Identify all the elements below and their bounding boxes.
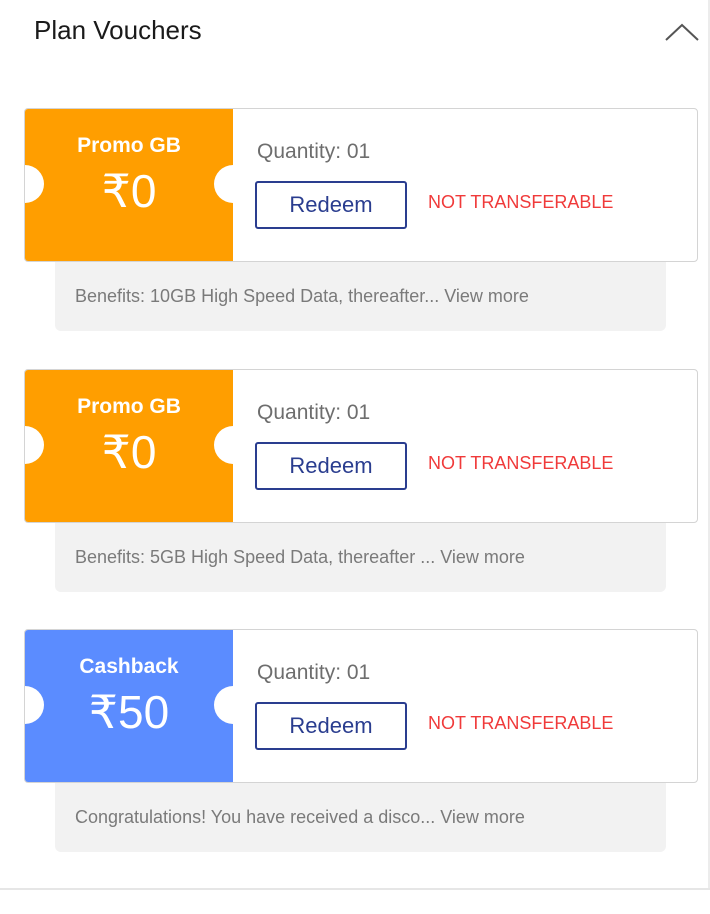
redeem-button[interactable]: Redeem: [255, 442, 407, 490]
transfer-status: NOT TRANSFERABLE: [428, 453, 614, 473]
voucher-ticket: Cashback ₹50 Quantity: 01 Redeem NOT TRA…: [24, 629, 698, 783]
voucher-ticket: Promo GB ₹0 Quantity: 01 Redeem NOT TRAN…: [24, 369, 698, 523]
voucher-type: Promo GB: [77, 134, 181, 157]
ticket-notch-right: [214, 165, 252, 203]
voucher-quantity: Quantity: 01: [257, 661, 371, 684]
ticket-notch-right: [214, 686, 252, 724]
plan-vouchers-panel: Plan Vouchers Promo GB ₹0 Quantity: 01 R…: [0, 0, 710, 888]
ticket-notch-right: [214, 426, 252, 464]
voucher-card-promo-10gb[interactable]: Promo GB ₹0 Quantity: 01 Redeem NOT TRAN…: [24, 108, 698, 331]
section-divider: [0, 888, 710, 890]
voucher-type: Cashback: [79, 655, 179, 678]
benefits-text: Benefits: 10GB High Speed Data, thereaft…: [75, 286, 529, 306]
chevron-up-icon[interactable]: [664, 22, 700, 42]
benefits-text: Congratulations! You have received a dis…: [75, 807, 525, 827]
redeem-button[interactable]: Redeem: [255, 702, 407, 750]
voucher-type: Promo GB: [77, 395, 181, 418]
voucher-benefits[interactable]: Congratulations! You have received a dis…: [55, 783, 666, 852]
voucher-card-promo-5gb[interactable]: Promo GB ₹0 Quantity: 01 Redeem NOT TRAN…: [24, 369, 698, 592]
voucher-quantity: Quantity: 01: [257, 401, 371, 424]
voucher-benefits[interactable]: Benefits: 5GB High Speed Data, thereafte…: [55, 523, 666, 592]
voucher-stub: Promo GB ₹0: [25, 109, 233, 261]
voucher-amount: ₹0: [101, 165, 157, 217]
voucher-quantity: Quantity: 01: [257, 140, 371, 163]
voucher-amount: ₹50: [88, 686, 170, 738]
benefits-text: Benefits: 5GB High Speed Data, thereafte…: [75, 547, 525, 567]
voucher-amount: ₹0: [101, 426, 157, 478]
voucher-stub: Cashback ₹50: [25, 630, 233, 782]
voucher-card-cashback[interactable]: Cashback ₹50 Quantity: 01 Redeem NOT TRA…: [24, 629, 698, 852]
section-title: Plan Vouchers: [34, 15, 202, 45]
redeem-button[interactable]: Redeem: [255, 181, 407, 229]
transfer-status: NOT TRANSFERABLE: [428, 713, 614, 733]
voucher-benefits[interactable]: Benefits: 10GB High Speed Data, thereaft…: [55, 262, 666, 331]
voucher-ticket: Promo GB ₹0 Quantity: 01 Redeem NOT TRAN…: [24, 108, 698, 262]
transfer-status: NOT TRANSFERABLE: [428, 192, 614, 212]
voucher-stub: Promo GB ₹0: [25, 370, 233, 522]
